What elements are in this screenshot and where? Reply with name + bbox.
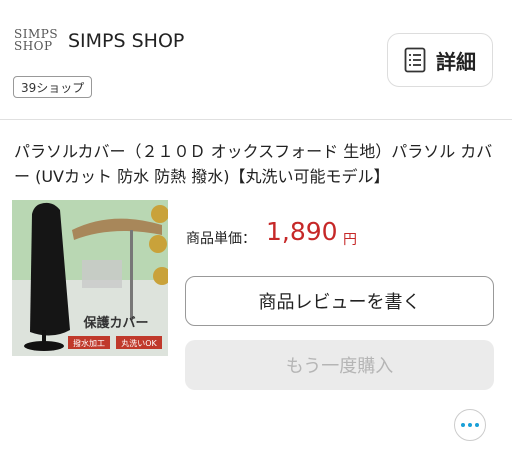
more-dots-icon: [468, 423, 472, 427]
divider: [0, 119, 512, 120]
image-tag-2: 丸洗いOK: [121, 338, 157, 348]
write-review-button[interactable]: 商品レビューを書く: [185, 276, 494, 326]
image-badge-text: 保護カバー: [82, 315, 148, 331]
product-title[interactable]: パラソルカバー（２１０Ｄ オックスフォード 生地）パラソル カバー (UVカット…: [14, 139, 498, 189]
more-options-button[interactable]: [454, 409, 486, 441]
details-label: 詳細: [436, 49, 476, 74]
price-unit: 円: [343, 232, 357, 248]
product-image[interactable]: 保護カバー 撥水加工 丸洗いOK: [12, 200, 168, 356]
more-dots-icon: [461, 423, 465, 427]
more-dots-icon: [475, 423, 479, 427]
shop-tag[interactable]: 39ショップ: [13, 76, 93, 98]
shop-name[interactable]: SIMPS SHOP: [68, 30, 184, 52]
shop-logo: SIMPS SHOP: [14, 28, 58, 58]
image-tag-1: 撥水加工: [73, 338, 105, 348]
price-label: 商品単価：: [186, 231, 256, 247]
logo-line2: SHOP: [14, 39, 53, 53]
details-button[interactable]: 詳細: [387, 33, 493, 87]
price-value: 1,890: [266, 217, 338, 246]
buy-again-button[interactable]: もう一度購入: [185, 340, 494, 390]
document-list-icon: [404, 47, 426, 73]
product-image-art: 保護カバー 撥水加工 丸洗いOK: [12, 200, 168, 356]
